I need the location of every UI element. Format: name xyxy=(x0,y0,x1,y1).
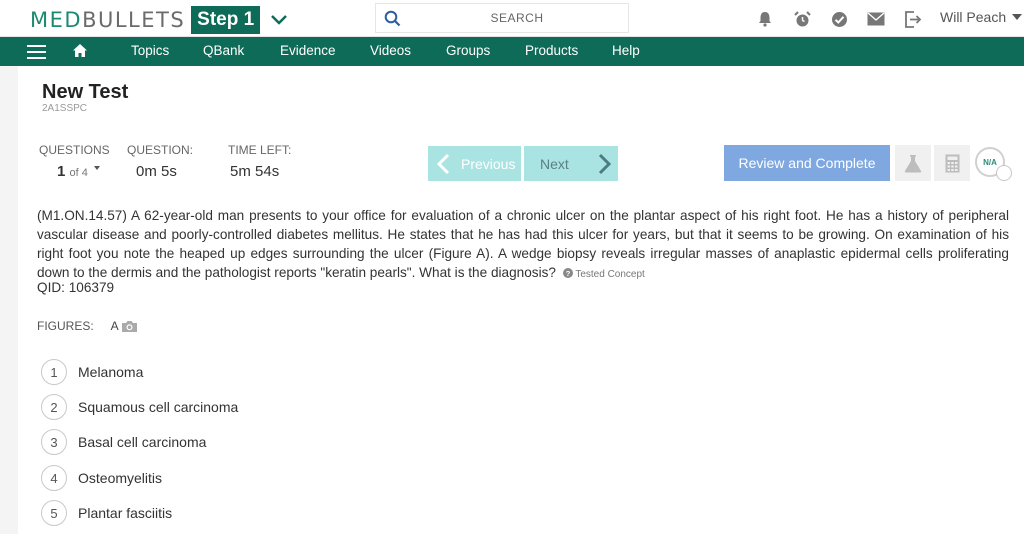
caret-down-icon xyxy=(94,166,101,170)
bell-icon[interactable] xyxy=(755,9,775,29)
review-and-complete-button[interactable]: Review and Complete xyxy=(724,145,890,181)
question-time-label: QUESTION: xyxy=(127,143,194,157)
questions-label: QUESTIONS xyxy=(39,143,110,157)
answer-choice-1[interactable]: 1 Melanoma xyxy=(41,358,143,386)
test-code: 2A1SSPC xyxy=(42,103,88,114)
answer-number: 5 xyxy=(41,500,67,526)
check-circle-icon[interactable] xyxy=(829,9,849,29)
nav-item-qbank[interactable]: QBank xyxy=(203,43,244,58)
svg-text:?: ? xyxy=(565,269,570,278)
logo[interactable]: MEDBULLETS Step 1 xyxy=(30,6,288,34)
search-input[interactable] xyxy=(376,4,628,32)
answer-choice-4[interactable]: 4 Osteomyelitis xyxy=(41,464,162,492)
answer-text: Basal cell carcinoma xyxy=(78,434,207,450)
tested-concept-label: Tested Concept xyxy=(575,269,645,280)
calculator-icon xyxy=(945,154,959,172)
answer-number: 3 xyxy=(41,429,67,455)
next-button[interactable]: Next xyxy=(524,146,618,181)
question-text: (M1.ON.14.57) A 62-year-old man presents… xyxy=(37,208,1009,280)
nav-item-groups[interactable]: Groups xyxy=(446,43,490,58)
test-panel: New Test 2A1SSPC QUESTIONS 1 of 4 QUESTI… xyxy=(18,66,1024,534)
page-title: New Test xyxy=(42,81,129,103)
tested-concept-link[interactable]: ? Tested Concept xyxy=(562,268,645,280)
chevron-right-icon xyxy=(598,153,611,174)
home-icon[interactable] xyxy=(72,43,88,58)
answer-number: 1 xyxy=(41,359,67,385)
answer-choice-3[interactable]: 3 Basal cell carcinoma xyxy=(41,428,206,456)
question-stem: (M1.ON.14.57) A 62-year-old man presents… xyxy=(37,206,1009,284)
previous-button[interactable]: Previous xyxy=(428,146,521,181)
camera-icon xyxy=(121,320,137,332)
mail-icon[interactable] xyxy=(866,9,886,29)
user-menu[interactable]: Will Peach xyxy=(940,9,1023,25)
logo-med: MED xyxy=(30,8,83,32)
question-time: 0m 5s xyxy=(136,163,177,180)
top-icons xyxy=(755,9,923,29)
calculator-button[interactable] xyxy=(934,145,970,181)
time-left-label: TIME LEFT: xyxy=(228,143,292,157)
answer-text: Squamous cell carcinoma xyxy=(78,399,239,415)
question-total: of 4 xyxy=(69,167,88,179)
caret-down-icon xyxy=(1012,14,1023,20)
answer-number: 4 xyxy=(41,465,67,491)
nav-item-videos[interactable]: Videos xyxy=(370,43,411,58)
flask-icon xyxy=(904,154,922,172)
question-current: 1 xyxy=(57,163,66,180)
nav-item-help[interactable]: Help xyxy=(612,43,640,58)
figure-a-label: A xyxy=(110,319,119,333)
chevron-left-icon xyxy=(436,153,450,174)
nav-bar: Topics QBank Evidence Videos Groups Prod… xyxy=(0,37,1024,66)
lab-values-button[interactable] xyxy=(895,145,931,181)
next-label: Next xyxy=(540,155,569,172)
question-id: QID: 106379 xyxy=(37,280,115,295)
nav-item-products[interactable]: Products xyxy=(525,43,578,58)
figures-row: FIGURES: A xyxy=(37,319,138,333)
time-left: 5m 54s xyxy=(230,163,280,180)
logo-bullets: BULLETS xyxy=(82,8,186,32)
help-circle-icon: ? xyxy=(562,268,573,278)
step-badge: Step 1 xyxy=(191,6,261,34)
answer-text: Osteomyelitis xyxy=(78,470,163,486)
user-name: Will Peach xyxy=(940,9,1007,25)
answer-number: 2 xyxy=(41,394,67,420)
alarm-clock-icon[interactable] xyxy=(792,9,812,29)
chevron-down-icon[interactable] xyxy=(270,14,288,26)
sign-out-icon[interactable] xyxy=(903,9,923,29)
search-box xyxy=(375,3,629,33)
logo-wordmark: MEDBULLETS xyxy=(30,8,185,32)
previous-label: Previous xyxy=(461,155,516,172)
answer-choice-5[interactable]: 5 Plantar fasciitis xyxy=(41,499,172,527)
answer-text: Melanoma xyxy=(78,364,144,380)
question-selector[interactable]: 1 of 4 xyxy=(57,163,101,180)
answer-text: Plantar fasciitis xyxy=(78,505,173,521)
figures-label: FIGURES: xyxy=(37,319,94,333)
search-icon[interactable] xyxy=(384,10,401,27)
top-bar: MEDBULLETS Step 1 Will Peach xyxy=(0,0,1024,37)
nav-item-topics[interactable]: Topics xyxy=(131,43,169,58)
nav-item-evidence[interactable]: Evidence xyxy=(280,43,336,58)
figure-a-link[interactable]: A xyxy=(111,319,138,333)
hamburger-menu-icon[interactable] xyxy=(27,45,46,59)
status-indicator xyxy=(996,165,1012,181)
answer-choice-2[interactable]: 2 Squamous cell carcinoma xyxy=(41,393,238,421)
